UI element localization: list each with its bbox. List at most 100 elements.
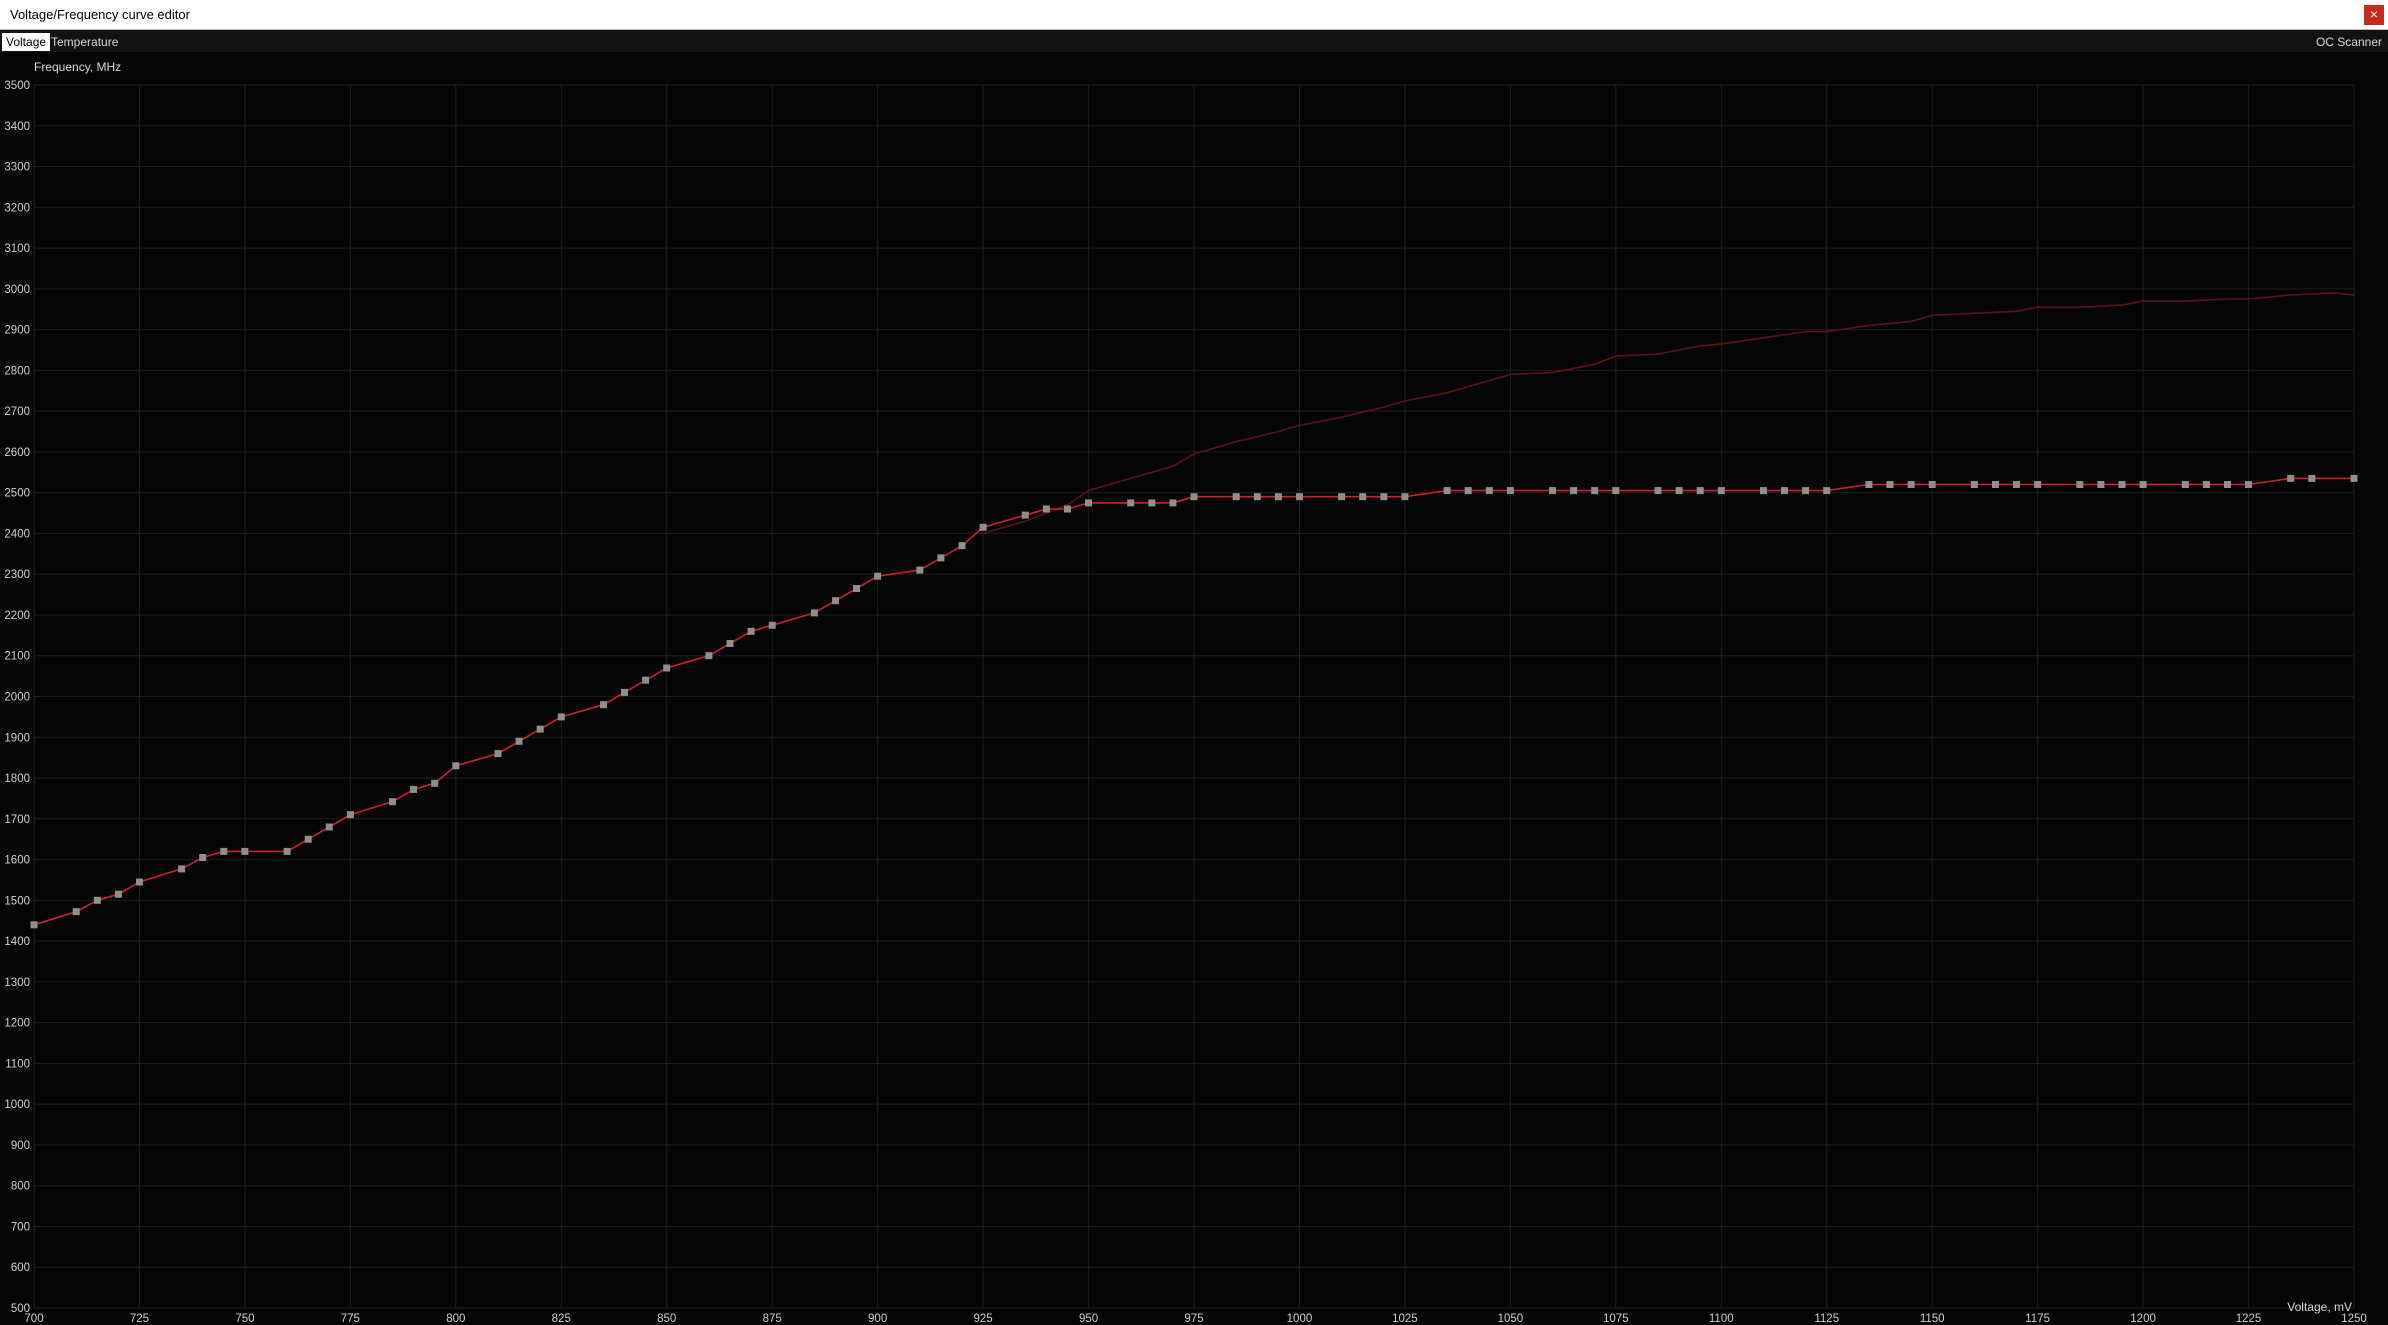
curve-point[interactable]	[1190, 493, 1198, 501]
curve-point[interactable]	[726, 640, 734, 647]
curve-point[interactable]	[1338, 493, 1346, 501]
curve-point[interactable]	[1696, 487, 1704, 495]
curve-point[interactable]	[178, 865, 186, 873]
curve-point[interactable]	[1781, 487, 1788, 495]
oc-scanner-button[interactable]: OC Scanner	[2316, 33, 2382, 51]
curve-point[interactable]	[557, 713, 565, 721]
curve-point[interactable]	[2013, 481, 2020, 488]
curve-point[interactable]	[1970, 481, 1978, 488]
curve-point[interactable]	[2224, 481, 2231, 488]
curve-point[interactable]	[1085, 499, 1092, 507]
y-tick-label: 2000	[4, 692, 30, 704]
curve-point[interactable]	[1506, 487, 1514, 495]
x-tick-label: 750	[235, 1313, 254, 1325]
tab-temperature[interactable]: Temperature	[47, 33, 122, 51]
curve-point[interactable]	[325, 823, 333, 831]
curve-point[interactable]	[2350, 474, 2358, 482]
curve-point[interactable]	[1274, 493, 1282, 501]
curve-point[interactable]	[1928, 481, 1936, 488]
curve-point[interactable]	[1443, 487, 1451, 495]
curve-point[interactable]	[1296, 493, 1303, 501]
curve-point[interactable]	[1654, 487, 1662, 495]
curve-point[interactable]	[304, 835, 312, 843]
curve-point[interactable]	[431, 779, 439, 787]
curve-point[interactable]	[199, 854, 207, 861]
curve-point[interactable]	[136, 878, 143, 886]
curve-point[interactable]	[1485, 487, 1493, 495]
curve-point[interactable]	[1380, 493, 1388, 501]
title-bar[interactable]: Voltage/Frequency curve editor ×	[0, 0, 2388, 30]
curve-point[interactable]	[1148, 499, 1156, 507]
curve-point[interactable]	[2076, 481, 2084, 488]
curve-point[interactable]	[747, 627, 755, 635]
curve-point[interactable]	[1064, 505, 1071, 513]
curve-point[interactable]	[283, 847, 291, 855]
curve-point[interactable]	[1886, 481, 1894, 488]
curve-point[interactable]	[600, 701, 607, 709]
curve-point[interactable]	[1612, 487, 1620, 495]
curve-point[interactable]	[621, 688, 628, 696]
curve-point[interactable]	[452, 762, 460, 770]
curve-point[interactable]	[958, 542, 966, 550]
curve-point[interactable]	[1570, 487, 1578, 495]
curve-point[interactable]	[346, 811, 354, 819]
window-title: Voltage/Frequency curve editor	[10, 7, 190, 22]
curve-point[interactable]	[2287, 474, 2295, 482]
x-tick-label: 1175	[2025, 1313, 2050, 1325]
curve-point[interactable]	[874, 572, 882, 580]
curve-point[interactable]	[1549, 487, 1556, 495]
curve-point[interactable]	[937, 554, 945, 562]
curve-point[interactable]	[642, 676, 650, 684]
curve-point[interactable]	[389, 798, 396, 806]
curve-point[interactable]	[494, 750, 502, 758]
curve-point[interactable]	[241, 847, 249, 855]
curve-point[interactable]	[2245, 481, 2252, 488]
curve-point[interactable]	[1591, 487, 1599, 495]
curve-point[interactable]	[1717, 487, 1725, 495]
curve-point[interactable]	[768, 621, 776, 629]
tab-bar: Voltage Temperature OC Scanner	[0, 30, 2388, 52]
curve-point[interactable]	[1253, 493, 1261, 501]
curve-point[interactable]	[2118, 481, 2126, 488]
curve-point[interactable]	[705, 652, 713, 660]
curve-point[interactable]	[1802, 487, 1810, 495]
curve-point[interactable]	[536, 725, 544, 733]
curve-point[interactable]	[1042, 505, 1050, 513]
tab-voltage[interactable]: Voltage	[2, 33, 51, 51]
curve-point[interactable]	[1760, 487, 1767, 495]
curve-point[interactable]	[1675, 487, 1683, 495]
curve-point[interactable]	[1232, 493, 1240, 501]
curve-point[interactable]	[1401, 493, 1409, 501]
curve-point[interactable]	[1823, 487, 1831, 495]
curve-point[interactable]	[2308, 474, 2316, 482]
curve-point[interactable]	[410, 785, 418, 793]
curve-point[interactable]	[72, 908, 80, 916]
curve-point[interactable]	[663, 664, 671, 672]
curve-point[interactable]	[515, 737, 523, 745]
curve-point[interactable]	[2202, 481, 2210, 488]
curve-point[interactable]	[1907, 481, 1915, 488]
curve-point[interactable]	[220, 847, 228, 855]
curve-point[interactable]	[853, 585, 860, 592]
curve-point[interactable]	[1169, 499, 1177, 507]
curve-point[interactable]	[1359, 493, 1367, 501]
curve-point[interactable]	[1464, 487, 1472, 495]
curve-point[interactable]	[1865, 481, 1873, 488]
curve-point[interactable]	[2181, 481, 2189, 488]
curve-point[interactable]	[1021, 511, 1029, 519]
curve-point[interactable]	[30, 921, 38, 929]
curve-point[interactable]	[832, 597, 839, 605]
curve-point[interactable]	[2034, 481, 2042, 488]
curve-point[interactable]	[979, 523, 987, 531]
x-tick-label: 800	[446, 1313, 465, 1325]
curve-point[interactable]	[2139, 481, 2147, 488]
curve-point[interactable]	[916, 566, 924, 574]
curve-point[interactable]	[1127, 499, 1135, 507]
curve-point[interactable]	[1992, 481, 1999, 488]
close-button[interactable]: ×	[2364, 5, 2384, 25]
curve-point[interactable]	[810, 609, 818, 617]
curve-point[interactable]	[93, 896, 101, 904]
curve-point[interactable]	[114, 890, 122, 898]
vf-curve-chart[interactable]: 5006007008009001000110012001300140015001…	[0, 52, 2388, 1325]
curve-point[interactable]	[2097, 481, 2105, 488]
